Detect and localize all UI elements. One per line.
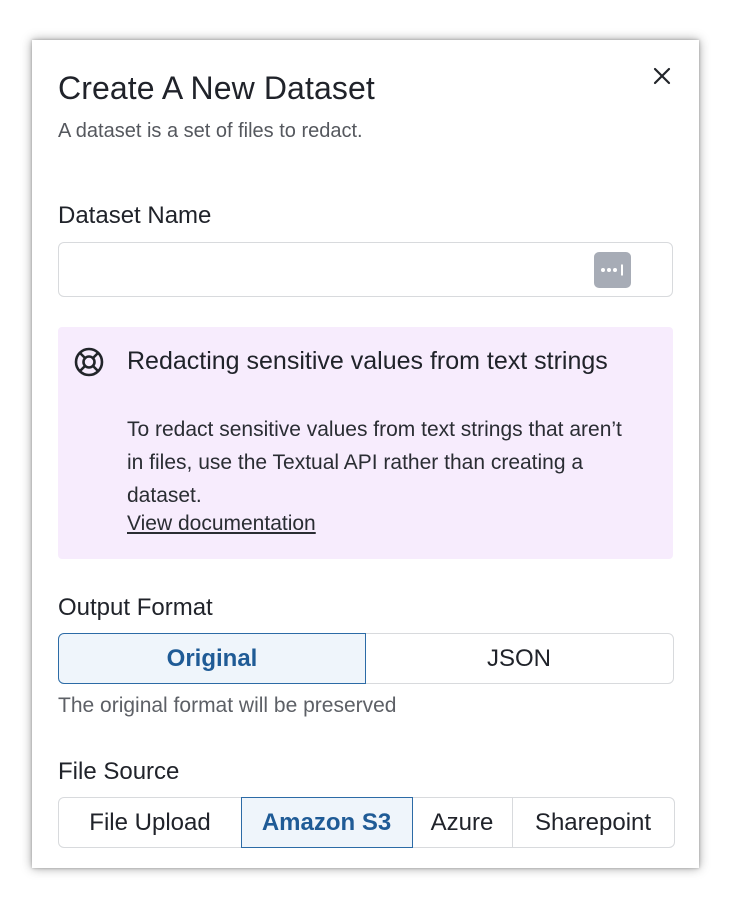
callout-title: Redacting sensitive values from text str… — [127, 347, 608, 375]
output-format-label: Output Format — [58, 594, 213, 621]
dataset-name-input[interactable] — [59, 243, 672, 296]
dataset-name-label: Dataset Name — [58, 202, 212, 229]
create-dataset-dialog: Create A New Dataset A dataset is a set … — [32, 40, 699, 868]
view-documentation-link[interactable]: View documentation — [127, 512, 316, 536]
output-format-helper-text: The original format will be preserved — [58, 694, 397, 717]
close-button[interactable] — [648, 62, 676, 90]
lifebuoy-icon — [74, 347, 104, 377]
dialog-subtitle: A dataset is a set of files to redact. — [58, 120, 363, 142]
file-source-label: File Source — [58, 758, 180, 785]
output-format-original-button[interactable]: Original — [58, 633, 366, 684]
file-source-amazon-s3-button[interactable]: Amazon S3 — [240, 797, 413, 848]
output-format-json-button[interactable]: JSON — [364, 633, 674, 684]
file-source-file-upload-button[interactable]: File Upload — [58, 797, 242, 848]
output-format-selector: Original JSON — [58, 633, 674, 684]
dataset-name-field-wrapper — [58, 242, 673, 297]
close-icon — [653, 67, 671, 85]
callout-body: To redact sensitive values from text str… — [127, 418, 622, 507]
dialog-title: Create A New Dataset — [58, 70, 375, 106]
file-source-selector: File Upload Amazon S3 Azure Sharepoint — [58, 797, 675, 848]
file-source-azure-button[interactable]: Azure — [411, 797, 513, 848]
password-manager-icon[interactable] — [594, 252, 631, 288]
info-callout: Redacting sensitive values from text str… — [58, 327, 673, 559]
file-source-sharepoint-button[interactable]: Sharepoint — [511, 797, 675, 848]
